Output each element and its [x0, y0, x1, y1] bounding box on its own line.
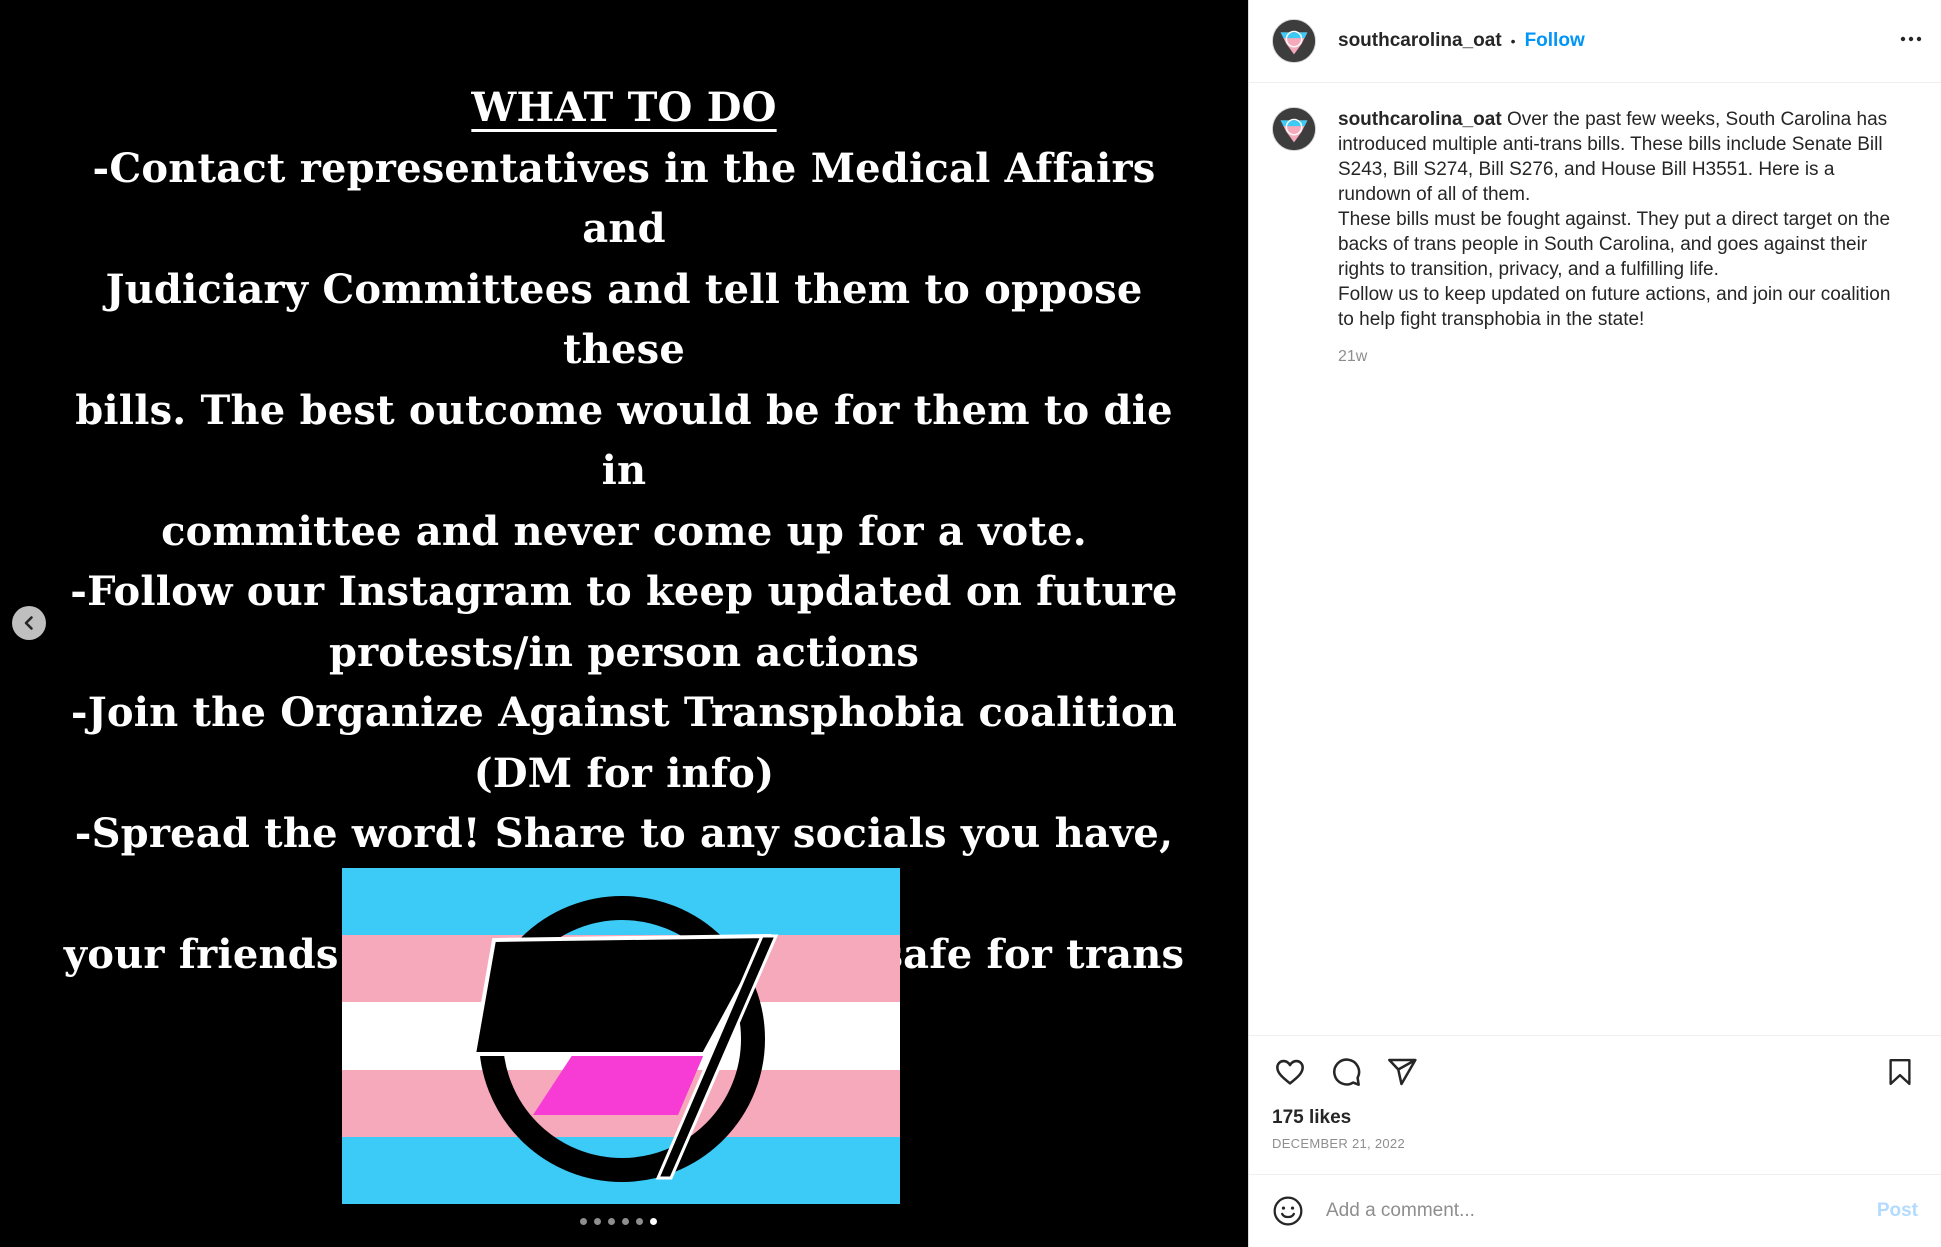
carousel-dot: [636, 1218, 643, 1225]
trans-antifa-flag-image: [342, 868, 900, 1204]
actions-section: 175 likes DECEMBER 21, 2022: [1249, 1035, 1941, 1174]
slide-line: -Follow our Instagram to keep updated on…: [70, 568, 1178, 615]
slide-line: committee and never come up for a vote.: [161, 507, 1087, 555]
carousel-dot: [594, 1218, 601, 1225]
post-date[interactable]: DECEMBER 21, 2022: [1272, 1136, 1918, 1151]
comment-input[interactable]: [1326, 1200, 1877, 1222]
comment-icon: [1333, 1058, 1361, 1086]
caption-timestamp[interactable]: 21w: [1338, 344, 1908, 369]
post-details-panel: southcarolina_oat • Follow southcarolina…: [1248, 0, 1941, 1247]
bookmark-icon: [1889, 1058, 1911, 1086]
slide-line: -Contact representatives in the Medical …: [92, 144, 1156, 253]
caption-section: southcarolina_oat Over the past few week…: [1249, 83, 1941, 1035]
header-username[interactable]: southcarolina_oat: [1338, 30, 1502, 52]
share-button[interactable]: [1384, 1054, 1420, 1090]
slide-line: -Join the Organize Against Transphobia c…: [70, 689, 1178, 736]
comment-button[interactable]: [1328, 1054, 1364, 1090]
caption-avatar[interactable]: [1272, 107, 1316, 151]
heart-icon: [1276, 1059, 1304, 1085]
emoji-icon: [1273, 1196, 1303, 1226]
chevron-left-icon: [24, 616, 33, 630]
carousel-indicator: [580, 1218, 657, 1225]
action-bar: [1272, 1054, 1918, 1090]
share-icon: [1388, 1058, 1417, 1086]
slide-line: protests/in person actions: [328, 628, 920, 676]
post-media: WHAT TO DO -Contact representatives in t…: [0, 0, 1248, 1247]
slide-line: Judiciary Committees and tell them to op…: [105, 265, 1143, 374]
slide-title: WHAT TO DO: [471, 84, 777, 131]
header-separator: •: [1510, 33, 1516, 49]
follow-button[interactable]: Follow: [1525, 30, 1585, 52]
caption-text: These bills must be fought against. They…: [1338, 209, 1891, 280]
avatar[interactable]: [1272, 19, 1316, 63]
likes-count[interactable]: 175 likes: [1272, 1107, 1918, 1129]
previous-slide-button[interactable]: [12, 606, 46, 640]
post-header: southcarolina_oat • Follow: [1249, 0, 1941, 83]
caption-username[interactable]: southcarolina_oat: [1338, 109, 1502, 130]
instagram-post-view: WHAT TO DO -Contact representatives in t…: [0, 0, 1941, 1247]
more-options-button[interactable]: [1899, 27, 1923, 56]
slide-line: (DM for info): [473, 749, 775, 797]
like-button[interactable]: [1272, 1054, 1308, 1090]
carousel-dot: [622, 1218, 629, 1225]
carousel-dot: [608, 1218, 615, 1225]
comment-bar: Post: [1249, 1174, 1941, 1247]
carousel-dot: [580, 1218, 587, 1225]
caption-body: southcarolina_oat Over the past few week…: [1338, 107, 1908, 1011]
carousel-dot: [650, 1218, 657, 1225]
more-horizontal-icon: [1900, 36, 1922, 41]
caption-text: Follow us to keep updated on future acti…: [1338, 284, 1891, 330]
save-button[interactable]: [1882, 1054, 1918, 1090]
slide-line: bills. The best outcome would be for the…: [75, 386, 1173, 495]
post-comment-button[interactable]: Post: [1877, 1200, 1918, 1222]
emoji-button[interactable]: [1272, 1195, 1304, 1227]
